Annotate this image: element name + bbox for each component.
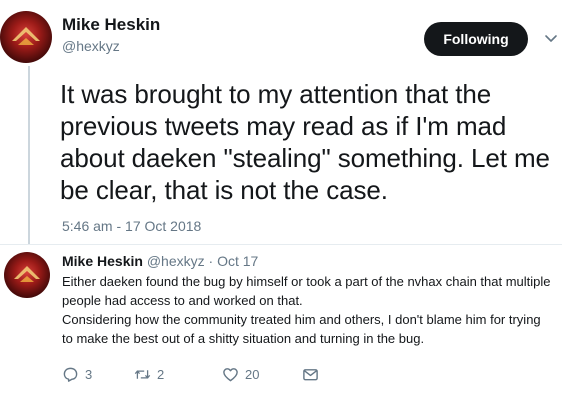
avatar-emblem-icon (14, 266, 40, 282)
reply-button[interactable]: 3 (62, 366, 92, 383)
reply-date[interactable]: Oct 17 (217, 253, 258, 269)
avatar[interactable] (0, 11, 52, 63)
divider (0, 244, 562, 245)
reply-paragraph: Considering how the community treated hi… (62, 312, 541, 346)
chevron-down-icon[interactable] (544, 31, 558, 45)
retweet-count: 2 (157, 367, 165, 382)
retweet-icon (134, 370, 151, 379)
thread-line (28, 66, 30, 244)
tweet-timestamp[interactable]: 5:46 am - 17 Oct 2018 (62, 218, 201, 234)
reply-author-handle[interactable]: @hexkyz (147, 253, 205, 269)
retweet-button[interactable]: 2 (134, 366, 164, 383)
reply-avatar[interactable] (4, 252, 50, 298)
author-handle[interactable]: @hexkyz (62, 38, 120, 54)
reply-count: 3 (85, 367, 93, 382)
like-count: 20 (245, 367, 260, 382)
reply-separator: · (208, 253, 214, 269)
envelope-icon (303, 369, 318, 381)
reply-icon (63, 367, 78, 382)
like-button[interactable]: 20 (222, 366, 259, 383)
author-name[interactable]: Mike Heskin (62, 15, 160, 35)
tweet-text: It was brought to my attention that the … (60, 79, 550, 205)
following-button[interactable]: Following (424, 22, 528, 56)
reply-text: Either daeken found the bug by himself o… (62, 272, 554, 348)
heart-icon (223, 368, 238, 382)
direct-message-button[interactable] (302, 366, 319, 383)
reply-author-name[interactable]: Mike Heskin (62, 253, 143, 269)
reply-header: Mike Heskin @hexkyz · Oct 17 (62, 253, 258, 269)
reply-paragraph: Either daeken found the bug by himself o… (62, 274, 551, 308)
avatar-emblem-icon (12, 27, 40, 45)
